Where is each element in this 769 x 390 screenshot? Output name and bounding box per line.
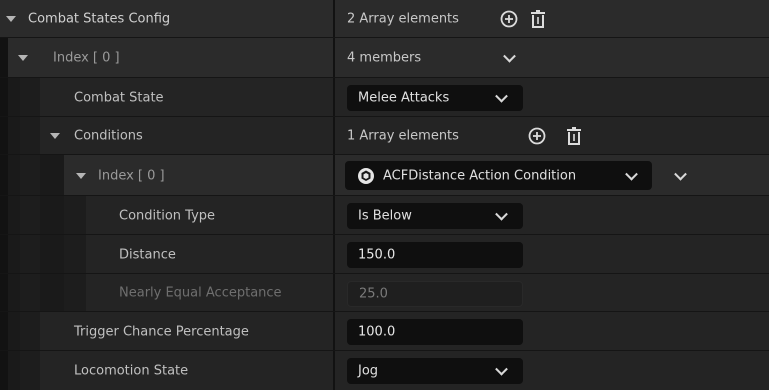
expand-arrow-icon[interactable] bbox=[6, 16, 16, 22]
plus-circle-icon[interactable] bbox=[499, 9, 519, 29]
row-condition-index-0: Index [ 0 ] ACFDistance Action Condition bbox=[0, 155, 769, 196]
condition-index-0-name-cell[interactable]: Index [ 0 ] bbox=[0, 155, 333, 196]
details-panel: Combat States Config 2 Array elements In… bbox=[0, 0, 769, 390]
distance-value: 150.0 bbox=[358, 247, 396, 263]
row-nearly-equal-acceptance: Nearly Equal Acceptance 25.0 bbox=[0, 274, 769, 312]
combat-state-label: Combat State bbox=[74, 90, 164, 105]
trigger-chance-value: 100.0 bbox=[358, 324, 396, 340]
nearly-equal-acceptance-input: 25.0 bbox=[347, 281, 523, 307]
chevron-down-icon bbox=[495, 362, 508, 376]
trigger-chance-percentage-label: Trigger Chance Percentage bbox=[74, 324, 249, 339]
trash-icon[interactable] bbox=[564, 126, 584, 146]
members-count-text: 4 members bbox=[347, 50, 422, 66]
chevron-down-icon[interactable] bbox=[503, 49, 516, 63]
blueprint-class-icon bbox=[358, 168, 374, 184]
conditions-name-cell[interactable]: Conditions bbox=[0, 117, 333, 155]
combat-states-config-name-cell[interactable]: Combat States Config bbox=[0, 0, 333, 38]
condition-class-value: ACFDistance Action Condition bbox=[383, 168, 577, 183]
array-count-text: 2 Array elements bbox=[347, 11, 459, 27]
condition-class-dropdown[interactable]: ACFDistance Action Condition bbox=[345, 161, 652, 190]
row-combat-state: Combat State Melee Attacks bbox=[0, 78, 769, 117]
index-0-name-cell[interactable]: Index [ 0 ] bbox=[0, 38, 333, 78]
chevron-down-icon[interactable] bbox=[674, 167, 687, 181]
row-locomotion-state: Locomotion State Jog bbox=[0, 351, 769, 390]
index-0-label: Index [ 0 ] bbox=[53, 50, 120, 66]
row-combat-states-config: Combat States Config 2 Array elements bbox=[0, 0, 769, 38]
plus-circle-icon[interactable] bbox=[527, 126, 547, 146]
condition-index-0-label: Index [ 0 ] bbox=[98, 168, 165, 183]
condition-type-label: Condition Type bbox=[119, 208, 216, 223]
row-index-0: Index [ 0 ] 4 members bbox=[0, 38, 769, 78]
locomotion-state-value: Jog bbox=[358, 363, 379, 379]
index-0-value-cell[interactable]: 4 members bbox=[335, 38, 769, 78]
chevron-down-icon bbox=[495, 207, 508, 221]
condition-type-value: Is Below bbox=[358, 208, 412, 224]
expand-arrow-icon[interactable] bbox=[18, 55, 28, 61]
nearly-equal-acceptance-label: Nearly Equal Acceptance bbox=[119, 285, 282, 301]
combat-states-config-value-cell: 2 Array elements bbox=[335, 0, 769, 38]
expand-arrow-icon[interactable] bbox=[76, 172, 86, 179]
condition-type-dropdown[interactable]: Is Below bbox=[347, 203, 523, 229]
chevron-down-icon bbox=[625, 167, 638, 181]
trash-icon[interactable] bbox=[528, 9, 548, 29]
row-condition-type: Condition Type Is Below bbox=[0, 196, 769, 235]
trigger-chance-input[interactable]: 100.0 bbox=[347, 319, 523, 345]
expand-arrow-icon[interactable] bbox=[50, 133, 60, 139]
row-distance: Distance 150.0 bbox=[0, 235, 769, 274]
combat-states-config-label: Combat States Config bbox=[28, 11, 171, 27]
conditions-label: Conditions bbox=[74, 128, 143, 144]
row-conditions: Conditions 1 Array elements bbox=[0, 117, 769, 155]
combat-state-value: Melee Attacks bbox=[358, 90, 450, 106]
chevron-down-icon bbox=[495, 89, 508, 103]
array-count-text: 1 Array elements bbox=[347, 128, 459, 144]
locomotion-state-dropdown[interactable]: Jog bbox=[347, 358, 523, 384]
nearly-equal-acceptance-value: 25.0 bbox=[359, 286, 388, 302]
row-trigger-chance-percentage: Trigger Chance Percentage 100.0 bbox=[0, 312, 769, 351]
combat-state-dropdown[interactable]: Melee Attacks bbox=[347, 85, 523, 111]
distance-label: Distance bbox=[119, 247, 176, 262]
locomotion-state-label: Locomotion State bbox=[74, 363, 189, 378]
distance-input[interactable]: 150.0 bbox=[347, 242, 523, 268]
